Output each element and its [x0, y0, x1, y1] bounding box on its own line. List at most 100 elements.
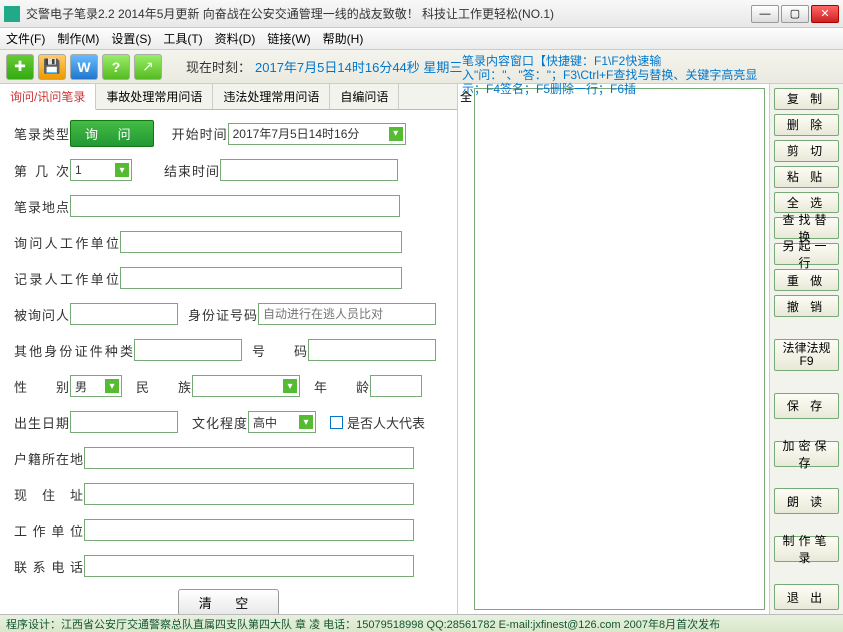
save-icon[interactable]: 💾: [38, 54, 66, 80]
numcode-input[interactable]: [308, 339, 436, 361]
recorder-unit-input[interactable]: [120, 267, 402, 289]
save-button[interactable]: 保 存: [774, 393, 839, 419]
paste-button[interactable]: 粘 贴: [774, 166, 839, 188]
people-rep-label: 是否人大代表: [347, 413, 425, 432]
redo-button[interactable]: 重 做: [774, 269, 839, 291]
sex-select[interactable]: 男 ▾: [70, 375, 122, 397]
id-input[interactable]: [258, 303, 436, 325]
asker-unit-label: 询问人工作单位: [14, 233, 120, 252]
sex-value: 男: [75, 378, 87, 395]
word-icon[interactable]: W: [70, 54, 98, 80]
numcode-label: 号 码: [252, 341, 308, 360]
start-time-select[interactable]: 2017年7月5日14时16分 ▾: [228, 123, 406, 145]
form: 笔录类型 询 问 开始时间 2017年7月5日14时16分 ▾ 第 几 次 1 …: [0, 110, 457, 614]
window-title: 交警电子笔录2.2 2014年5月更新 向奋战在公安交通管理一线的战友致敬！ 科…: [26, 5, 751, 22]
exit-button[interactable]: 退 出: [774, 584, 839, 610]
phone-label: 联系电话: [14, 557, 84, 576]
start-time-value: 2017年7月5日14时16分: [233, 125, 360, 142]
find-button[interactable]: 查找替换: [774, 217, 839, 239]
hukou-input[interactable]: [84, 447, 414, 469]
age-label: 年 龄: [314, 377, 370, 396]
tab-interrogation[interactable]: 询问/讯问笔录: [0, 84, 96, 110]
record-type-button[interactable]: 询 问: [70, 120, 154, 147]
menu-help[interactable]: 帮助(H): [323, 30, 364, 47]
left-panel: 询问/讯问笔录 事故处理常用问语 违法处理常用问语 自编问语 笔录类型 询 问 …: [0, 84, 458, 614]
phone-input[interactable]: [84, 555, 414, 577]
work-label: 工作单位: [14, 521, 84, 540]
clock-value: 2017年7月5日14时16分44秒 星期三: [255, 57, 462, 76]
asked-input[interactable]: [70, 303, 178, 325]
newline-button[interactable]: 另起一行: [774, 243, 839, 265]
people-rep-checkbox[interactable]: [330, 416, 343, 429]
place-input[interactable]: [70, 195, 400, 217]
menu-data[interactable]: 资料(D): [215, 30, 256, 47]
minimize-button[interactable]: —: [751, 5, 779, 23]
menubar: 文件(F) 制作(M) 设置(S) 工具(T) 资料(D) 链接(W) 帮助(H…: [0, 28, 843, 50]
tabs: 询问/讯问笔录 事故处理常用问语 违法处理常用问语 自编问语: [0, 84, 457, 110]
center-panel: 全: [458, 84, 769, 614]
nation-select[interactable]: ▾: [192, 375, 300, 397]
statusbar: 程序设计：江西省公安厅交通警察总队直属四支队第四大队 章 凌 电话：150795…: [0, 614, 843, 632]
clock-label: 现在时刻：: [186, 57, 251, 76]
close-button[interactable]: ✕: [811, 5, 839, 23]
chevron-down-icon: ▾: [105, 379, 119, 393]
cut-button[interactable]: 剪 切: [774, 140, 839, 162]
sex-label: 性 别: [14, 377, 70, 396]
age-input[interactable]: [370, 375, 422, 397]
read-button[interactable]: 朗 读: [774, 488, 839, 514]
other-id-label: 其他身份证件种类: [14, 341, 134, 360]
menu-tools[interactable]: 工具(T): [163, 30, 202, 47]
place-label: 笔录地点: [14, 197, 70, 216]
edu-label: 文化程度: [192, 413, 248, 432]
selectall-button[interactable]: 全 选: [774, 192, 839, 214]
chevron-down-icon: ▾: [283, 379, 297, 393]
addr-input[interactable]: [84, 483, 414, 505]
save-encrypted-button[interactable]: 加密保存: [774, 441, 839, 467]
maximize-button[interactable]: ▢: [781, 5, 809, 23]
birth-input[interactable]: [70, 411, 178, 433]
start-time-label: 开始时间: [172, 124, 228, 143]
titlebar: 交警电子笔录2.2 2014年5月更新 向奋战在公安交通管理一线的战友致敬！ 科…: [0, 0, 843, 28]
asker-unit-input[interactable]: [120, 231, 402, 253]
menu-links[interactable]: 链接(W): [267, 30, 310, 47]
chevron-down-icon: ▾: [389, 127, 403, 141]
edu-select[interactable]: 高中 ▾: [248, 411, 316, 433]
undo-button[interactable]: 撤 销: [774, 295, 839, 317]
tab-violation[interactable]: 违法处理常用问语: [213, 84, 330, 109]
toolbar: ✚ 💾 W ? ↗ 现在时刻： 2017年7月5日14时16分44秒 星期三 笔…: [0, 50, 843, 84]
work-input[interactable]: [84, 519, 414, 541]
count-value: 1: [75, 163, 82, 177]
end-time-input[interactable]: [220, 159, 398, 181]
clear-button[interactable]: 清 空: [178, 589, 280, 614]
other-id-input[interactable]: [134, 339, 242, 361]
addr-label: 现 住 址: [14, 485, 84, 504]
recorder-unit-label: 记录人工作单位: [14, 269, 120, 288]
menu-make[interactable]: 制作(M): [57, 30, 99, 47]
edu-value: 高中: [253, 414, 277, 431]
menu-settings[interactable]: 设置(S): [111, 30, 151, 47]
chevron-down-icon: ▾: [299, 415, 313, 429]
menu-file[interactable]: 文件(F): [6, 30, 45, 47]
help-icon[interactable]: ?: [102, 54, 130, 80]
birth-label: 出生日期: [14, 413, 70, 432]
hukou-label: 户籍所在地: [14, 449, 84, 468]
type-label: 笔录类型: [14, 124, 70, 143]
law-button[interactable]: 法律法规 F9: [774, 339, 839, 371]
nation-label: 民 族: [136, 377, 192, 396]
end-time-label: 结束时间: [164, 161, 220, 180]
copy-button[interactable]: 复 制: [774, 88, 839, 110]
right-panel: 复 制 删 除 剪 切 粘 贴 全 选 查找替换 另起一行 重 做 撤 销 法律…: [769, 84, 843, 614]
new-icon[interactable]: ✚: [6, 54, 34, 80]
tab-accident[interactable]: 事故处理常用问语: [96, 84, 213, 109]
delete-button[interactable]: 删 除: [774, 114, 839, 136]
chevron-down-icon: ▾: [115, 163, 129, 177]
make-record-button[interactable]: 制作笔录: [774, 536, 839, 562]
app-icon: [4, 6, 20, 22]
count-select[interactable]: 1 ▾: [70, 159, 132, 181]
id-label: 身份证号码: [188, 305, 258, 324]
count-label: 第 几 次: [14, 161, 70, 180]
shortcut-hint: 笔录内容窗口【快捷键：F1\F2快速输入"问："、"答："；F3\Ctrl+F查…: [462, 54, 762, 96]
content-editor[interactable]: [474, 88, 765, 610]
link-icon[interactable]: ↗: [134, 54, 162, 80]
tab-custom[interactable]: 自编问语: [330, 84, 399, 109]
